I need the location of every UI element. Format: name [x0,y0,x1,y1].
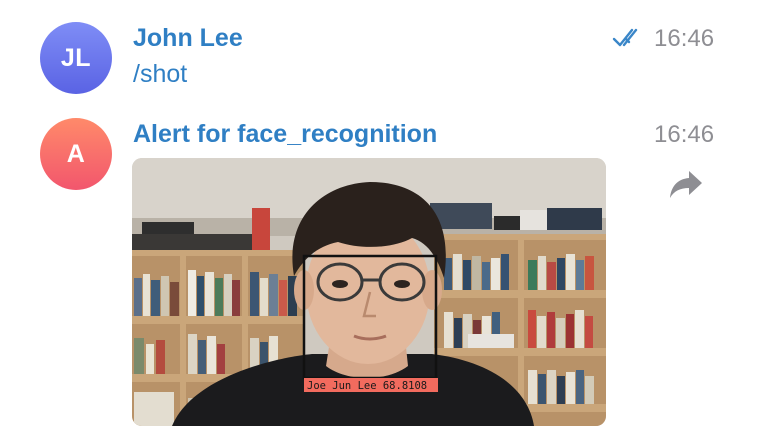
photo-attachment[interactable]: Joe Jun Lee 68.8108 [132,158,606,426]
forward-arrow-icon[interactable] [668,168,704,200]
avatar-initials: A [66,139,86,168]
message-time: 16:46 [654,25,715,52]
message-text[interactable]: /shot [133,60,187,89]
face-recognition-photo: Joe Jun Lee 68.8108 [132,158,606,426]
double-check-icon [612,28,638,47]
face-recognition-label: Joe Jun Lee 68.8108 [307,380,427,392]
avatar-initials: JL [60,43,92,72]
sender-name[interactable]: Alert for face_recognition [133,120,437,149]
avatar-john-lee[interactable]: JL [40,22,112,94]
chat-history: JL John Lee /shot 16:46 A Alert for face… [0,0,760,446]
sender-name[interactable]: John Lee [133,24,243,53]
avatar-alert-bot[interactable]: A [40,118,112,190]
message-time: 16:46 [654,121,715,148]
